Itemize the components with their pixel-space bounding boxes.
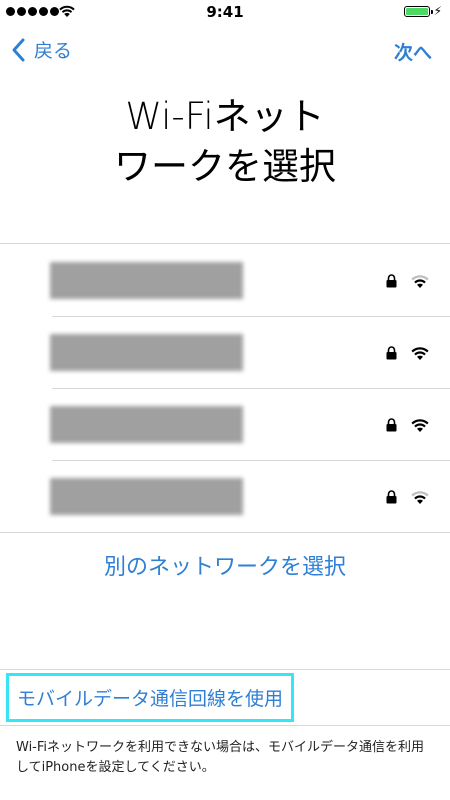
page-title-line1: Wi-Fiネット	[125, 95, 325, 138]
wifi-signal-icon	[411, 419, 429, 432]
lock-icon	[386, 490, 397, 504]
clock: 9:41	[206, 3, 244, 21]
back-button-label: 戻る	[34, 40, 73, 62]
charging-bolt-icon: ⚡	[433, 4, 442, 18]
battery-icon	[404, 6, 433, 17]
divider	[0, 725, 450, 726]
lock-icon	[386, 346, 397, 360]
status-bar: 9:41 ⚡	[0, 0, 450, 24]
wifi-signal-icon	[411, 347, 429, 360]
network-name-redacted	[50, 406, 243, 443]
choose-other-network-button[interactable]: 別のネットワークを選択	[0, 532, 450, 581]
divider	[0, 669, 450, 670]
lock-icon	[386, 418, 397, 432]
lock-icon	[386, 274, 397, 288]
page-title-line2: ワークを選択	[114, 145, 336, 188]
chevron-left-icon	[12, 38, 25, 61]
network-name-redacted	[50, 478, 243, 515]
cellular-footnote: Wi-Fiネットワークを利用できない場合は、モバイルデータ通信を利用してiPho…	[16, 740, 425, 775]
network-row[interactable]	[0, 460, 450, 532]
network-row[interactable]	[0, 388, 450, 460]
use-cellular-button[interactable]: モバイルデータ通信回線を使用	[6, 673, 295, 722]
page-title: Wi-Fiネット ワークを選択	[0, 92, 450, 192]
network-name-redacted	[50, 334, 243, 371]
network-row[interactable]	[0, 244, 450, 316]
back-button[interactable]: 戻る	[10, 36, 72, 63]
wifi-signal-icon	[411, 275, 429, 288]
network-row[interactable]	[0, 316, 450, 388]
wifi-signal-icon	[411, 491, 429, 504]
network-name-redacted	[50, 262, 243, 299]
next-button[interactable]: 次へ	[394, 38, 432, 65]
network-list	[0, 243, 450, 532]
